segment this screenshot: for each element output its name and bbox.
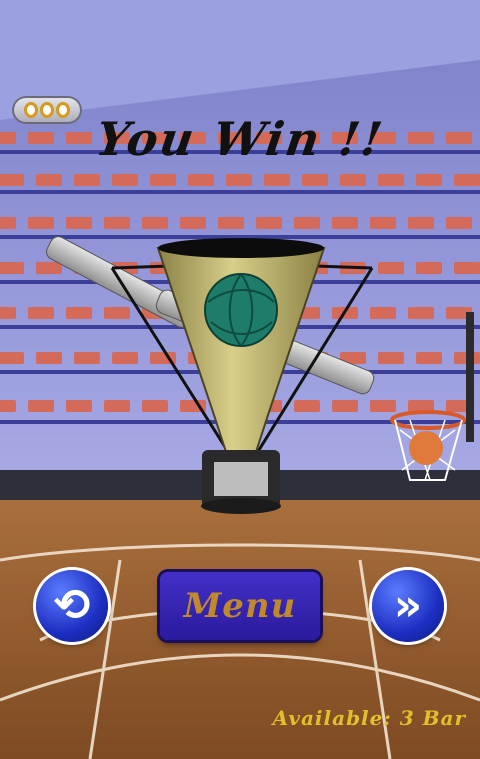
win-title: You Win !! [92,112,388,166]
fast-forward-icon: » [393,580,423,631]
availability-status: Available: 3 Bar [272,706,466,730]
next-button[interactable]: » [372,570,444,642]
menu-button[interactable]: Menu [160,572,320,640]
menu-button-label: Menu [183,586,297,626]
replay-button[interactable]: ⟲ [36,570,108,642]
replay-icon: ⟲ [53,580,91,631]
